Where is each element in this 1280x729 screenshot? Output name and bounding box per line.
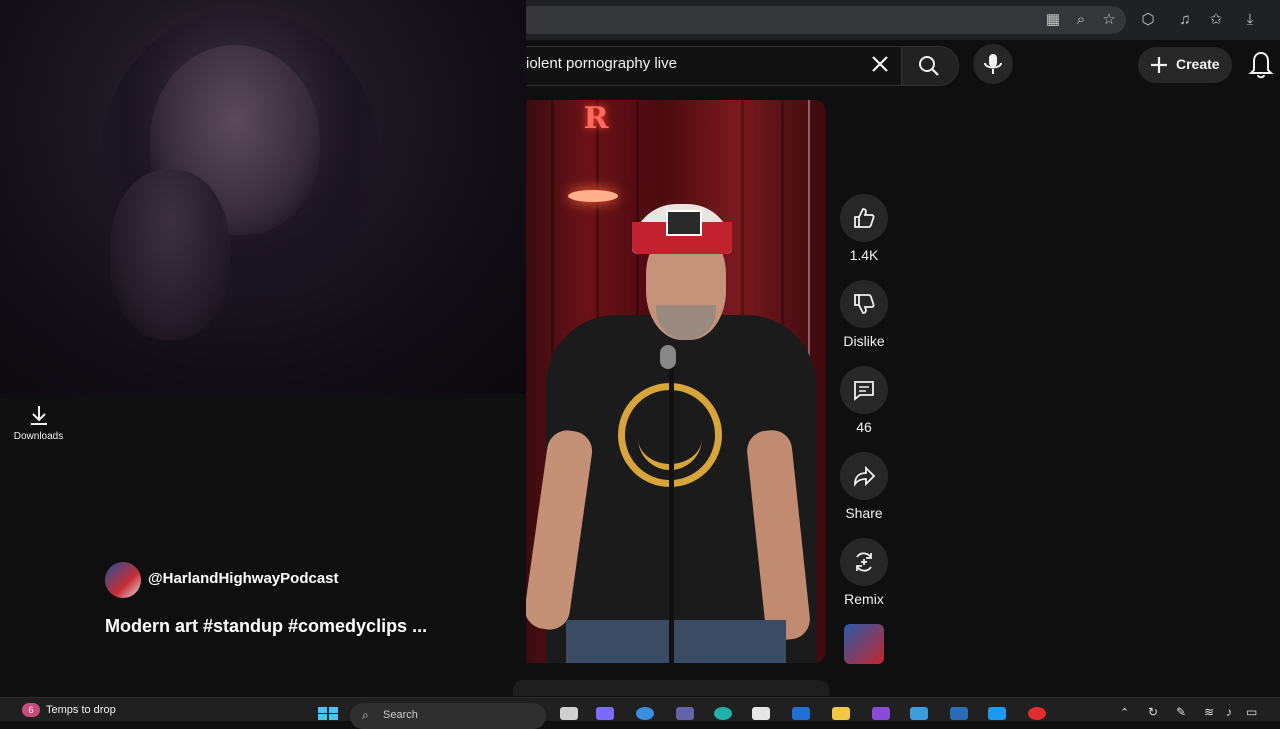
search-input[interactable]: iolent pornography live: [526, 55, 677, 72]
taskbar-search-icon: ⌕: [362, 708, 369, 722]
comment-icon: [854, 381, 874, 401]
channel-sound-thumbnail[interactable]: [844, 624, 884, 664]
downloads-icon[interactable]: [27, 403, 51, 427]
zoom-icon[interactable]: ⌕: [1071, 10, 1091, 30]
search-icon: [919, 56, 939, 76]
file-explorer-icon[interactable]: [832, 707, 850, 720]
cap-patch: [666, 210, 702, 236]
app-icon-red[interactable]: [1028, 707, 1046, 720]
visual-studio-icon[interactable]: [910, 707, 928, 720]
tray-pen-icon[interactable]: ✎: [1176, 705, 1186, 719]
taskbar-search-placeholder: Search: [383, 709, 418, 721]
share-label: Share: [845, 505, 883, 521]
tray-sync-icon[interactable]: ↻: [1148, 705, 1158, 719]
dislike-label: Dislike: [843, 333, 885, 349]
create-button[interactable]: Create: [1138, 47, 1232, 83]
volume-icon[interactable]: ♪: [1226, 705, 1232, 719]
like-button[interactable]: [840, 194, 888, 242]
outlook-icon[interactable]: [950, 707, 968, 720]
task-view-icon[interactable]: [560, 707, 578, 720]
webcam-hand: [110, 170, 230, 340]
short-video-player[interactable]: R: [526, 100, 826, 663]
extensions-icon[interactable]: ⬡: [1138, 10, 1158, 30]
comedian-jeans: [566, 620, 786, 663]
dislike-button[interactable]: [840, 280, 888, 328]
remix-icon: [856, 552, 872, 572]
sidebar: [0, 394, 526, 694]
wifi-icon[interactable]: ≋: [1204, 705, 1214, 719]
create-label: Create: [1176, 56, 1220, 72]
voice-search-button[interactable]: [973, 44, 1013, 84]
tray-chevron-icon[interactable]: ⌃: [1120, 706, 1129, 719]
app-icon-blue[interactable]: [792, 707, 810, 720]
bell-icon: [1248, 51, 1274, 79]
neon-sign: R: [583, 101, 609, 136]
favorites-icon[interactable]: ✩: [1206, 10, 1226, 30]
mic-stand: [669, 360, 674, 663]
clear-search-icon[interactable]: [868, 52, 892, 76]
apps-icon[interactable]: ▦: [1043, 10, 1063, 30]
channel-avatar[interactable]: [105, 562, 141, 598]
neon-glow: [568, 190, 618, 202]
notifications-button[interactable]: [1246, 48, 1276, 80]
short-title[interactable]: Modern art #standup #comedyclips ...: [105, 616, 427, 637]
star-icon[interactable]: ☆: [1099, 10, 1119, 30]
thumbs-down-icon: [854, 294, 875, 314]
app-icon-chart[interactable]: [988, 707, 1006, 720]
app-icon-purple[interactable]: [872, 707, 890, 720]
channel-name-link[interactable]: @HarlandHighwayPodcast: [148, 570, 339, 587]
browser-taskbar-icon[interactable]: [636, 707, 654, 720]
next-short-preview[interactable]: [513, 680, 829, 696]
share-icon: [854, 465, 876, 487]
download-icon[interactable]: ⤓: [1240, 10, 1260, 30]
comment-count: 46: [856, 419, 872, 435]
taskbar-search-box[interactable]: ⌕ Search: [350, 703, 546, 729]
plus-icon: [1151, 57, 1167, 73]
copilot-icon[interactable]: [596, 707, 614, 720]
microphone-icon: [984, 54, 1002, 74]
battery-icon[interactable]: ▭: [1246, 705, 1257, 719]
weather-badge: 6: [22, 703, 40, 717]
share-button[interactable]: [840, 452, 888, 500]
address-bar[interactable]: [526, 6, 1126, 34]
like-count: 1.4K: [849, 247, 879, 263]
store-icon[interactable]: [752, 707, 770, 720]
remix-label: Remix: [844, 591, 884, 607]
windows-start-icon[interactable]: [318, 707, 338, 720]
sidebar-item-downloads[interactable]: Downloads: [0, 431, 77, 442]
stage-microphone: [660, 345, 676, 369]
weather-widget-text[interactable]: Temps to drop: [46, 704, 116, 716]
profile-sync-icon[interactable]: ♫: [1175, 10, 1195, 30]
webcam-overlay: [0, 0, 526, 394]
search-button[interactable]: [901, 46, 959, 86]
teams-icon[interactable]: [676, 707, 694, 720]
comments-button[interactable]: [840, 366, 888, 414]
thumbs-up-icon: [854, 208, 875, 228]
remix-button[interactable]: [840, 538, 888, 586]
edge-icon[interactable]: [714, 707, 732, 720]
